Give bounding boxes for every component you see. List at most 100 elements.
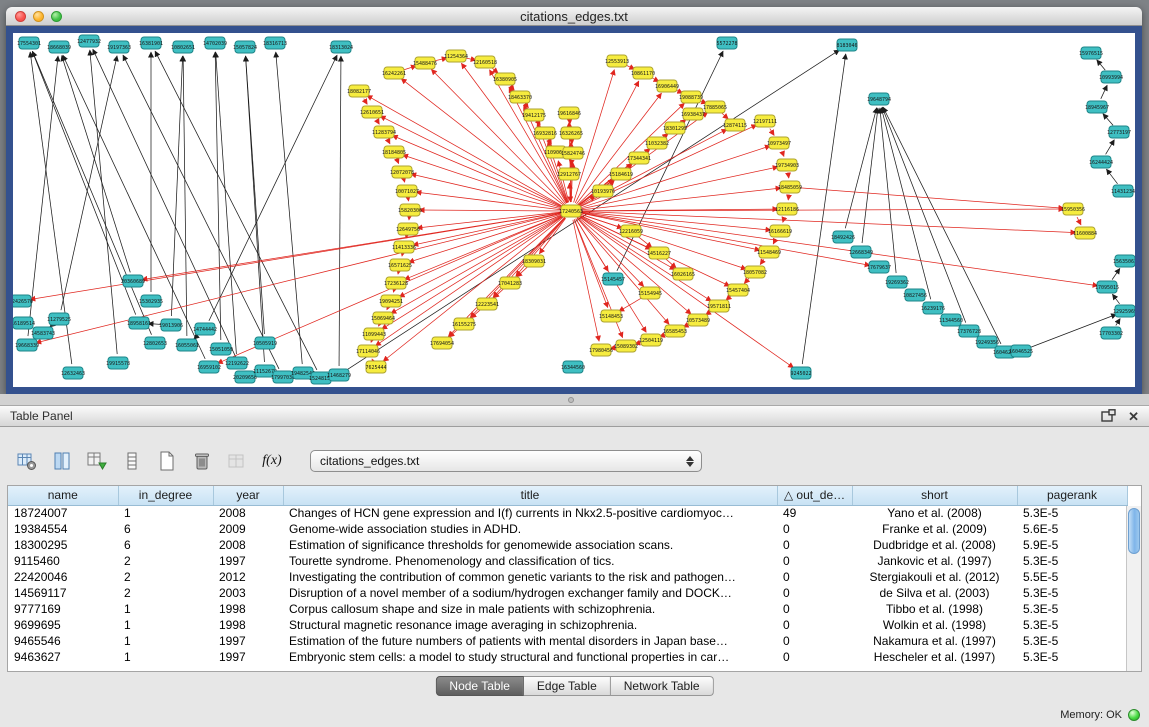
graph-node[interactable]: 11413336: [392, 241, 416, 253]
graph-node[interactable]: 14744442: [193, 323, 217, 335]
graph-node[interactable]: 19412175: [522, 109, 546, 121]
graph-node[interactable]: 19197363: [107, 41, 131, 53]
graph-node[interactable]: 19094251: [379, 295, 403, 307]
tab-edge-table[interactable]: Edge Table: [524, 676, 611, 696]
graph-node[interactable]: 15976515: [1079, 47, 1103, 59]
graph-node[interactable]: 18057082: [743, 266, 767, 278]
graph-node[interactable]: 11032382: [645, 137, 669, 149]
graph-node[interactable]: 15145457: [601, 273, 625, 285]
tab-network-table[interactable]: Network Table: [611, 676, 714, 696]
graph-node[interactable]: 15820306: [398, 204, 422, 216]
graph-node[interactable]: 16326265: [559, 127, 583, 139]
graph-node[interactable]: 19013906: [159, 319, 183, 331]
graph-node[interactable]: 15148453: [599, 310, 623, 322]
graph-node[interactable]: 16380905: [493, 73, 517, 85]
graph-node[interactable]: 11468279: [327, 369, 351, 381]
graph-node-hub[interactable]: 17240563: [559, 205, 583, 217]
graph-node[interactable]: 10071027: [395, 185, 419, 197]
graph-node[interactable]: 12072078: [390, 166, 414, 178]
graph-node[interactable]: 12649756: [396, 223, 420, 235]
graph-node[interactable]: 16244424: [1089, 156, 1113, 168]
graph-node[interactable]: 15089302: [614, 340, 638, 352]
graph-node[interactable]: 12116186: [775, 203, 799, 215]
graph-node[interactable]: 16166619: [768, 225, 792, 237]
graph-node[interactable]: 10802651: [171, 41, 195, 53]
graph-node[interactable]: 12216059: [619, 225, 643, 237]
graph-node[interactable]: 12192622: [225, 357, 249, 369]
graph-node[interactable]: 12773197: [1107, 126, 1131, 138]
graph-node[interactable]: 18945967: [1085, 101, 1109, 113]
graph-node[interactable]: 17885065: [703, 101, 727, 113]
close-panel-icon[interactable]: ✕: [1128, 410, 1139, 423]
graph-node[interactable]: 19269362: [885, 276, 909, 288]
column-header-name[interactable]: name: [8, 486, 118, 505]
graph-node[interactable]: 18313024: [329, 41, 353, 53]
column-header-pagerank[interactable]: pagerank: [1017, 486, 1127, 505]
graph-node[interactable]: 7625444: [365, 361, 386, 373]
divider-handle[interactable]: [568, 397, 574, 403]
delete-table-button[interactable]: [189, 448, 215, 474]
graph-node[interactable]: 18309031: [522, 255, 546, 267]
edit-table-button[interactable]: [84, 448, 110, 474]
function-builder-button[interactable]: f(x): [259, 448, 285, 474]
minimize-window-button[interactable]: [33, 11, 44, 22]
graph-node[interactable]: 12197111: [753, 115, 777, 127]
graph-node[interactable]: 18316713: [263, 37, 287, 49]
graph-node[interactable]: 16585453: [663, 325, 687, 337]
graph-node[interactable]: 17980456: [589, 344, 613, 356]
graph-node[interactable]: 15488476: [413, 57, 437, 69]
graph-node[interactable]: 15184619: [609, 168, 633, 180]
graph-node[interactable]: 18492426: [831, 231, 855, 243]
network-table-selector[interactable]: citations_edges.txt: [310, 450, 702, 472]
column-header-year[interactable]: year: [213, 486, 283, 505]
graph-node[interactable]: 19915578: [106, 357, 130, 369]
graph-node[interactable]: 15457404: [726, 284, 750, 296]
table-row[interactable]: 946362711997Embryonic stem cells: a mode…: [8, 649, 1127, 665]
graph-node[interactable]: 17114046: [356, 345, 380, 357]
table-row[interactable]: 969969511998Structural magnetic resonanc…: [8, 617, 1127, 633]
table-row[interactable]: 1830029562008Estimation of significance …: [8, 537, 1127, 553]
graph-node[interactable]: 19249356: [975, 336, 999, 348]
graph-node[interactable]: 11600884: [1073, 227, 1097, 239]
graph-node[interactable]: 15069464: [371, 312, 395, 324]
graph-node[interactable]: 14583743: [31, 327, 55, 339]
graph-node[interactable]: 12610651: [360, 106, 384, 118]
graph-node[interactable]: 16906449: [655, 80, 679, 92]
graph-node[interactable]: 16959102: [197, 361, 221, 373]
graph-node[interactable]: 18301295: [663, 122, 687, 134]
graph-node[interactable]: 17095015: [1095, 281, 1119, 293]
zoom-window-button[interactable]: [51, 11, 62, 22]
close-window-button[interactable]: [15, 11, 26, 22]
graph-node[interactable]: 17376728: [957, 325, 981, 337]
graph-node[interactable]: 16055061: [175, 339, 199, 351]
graph-node[interactable]: 16571625: [388, 259, 412, 271]
graph-node[interactable]: 15154945: [638, 287, 662, 299]
graph-node[interactable]: 16381901: [139, 37, 163, 49]
graph-node[interactable]: 15057824: [233, 41, 257, 53]
graph-node[interactable]: 10505919: [253, 337, 277, 349]
graph-node[interactable]: 10973497: [767, 137, 791, 149]
graph-node[interactable]: 12426570: [13, 295, 33, 307]
graph-node[interactable]: 16155275: [452, 318, 476, 330]
graph-node[interactable]: 19648794: [867, 93, 891, 105]
graph-node[interactable]: 14702039: [203, 37, 227, 49]
graph-node[interactable]: 19088739: [679, 91, 703, 103]
graph-node[interactable]: 18463370: [508, 91, 532, 103]
table-row[interactable]: 946554611997Estimation of the future num…: [8, 633, 1127, 649]
graph-node[interactable]: 15051059: [209, 343, 233, 355]
float-panel-icon[interactable]: [1101, 409, 1116, 424]
graph-node[interactable]: 15950356: [1061, 203, 1085, 215]
graph-node[interactable]: 11431234: [1111, 185, 1135, 197]
graph-node[interactable]: 11254364: [444, 50, 468, 62]
graph-node[interactable]: 16242261: [382, 67, 406, 79]
graph-node[interactable]: 15824746: [561, 147, 585, 159]
graph-node[interactable]: 15302935: [139, 295, 163, 307]
window-titlebar[interactable]: citations_edges.txt: [6, 7, 1142, 26]
graph-node[interactable]: 18184805: [382, 146, 406, 158]
graph-node[interactable]: 12160518: [473, 56, 497, 68]
graph-node[interactable]: 14516227: [647, 247, 671, 259]
table-row[interactable]: 977716911998Corpus callosum shape and si…: [8, 601, 1127, 617]
network-canvas[interactable]: 1724056318082177126106511128379418184805…: [13, 33, 1135, 387]
graph-node[interactable]: 19616846: [557, 107, 581, 119]
graph-node[interactable]: 17041283: [498, 277, 522, 289]
